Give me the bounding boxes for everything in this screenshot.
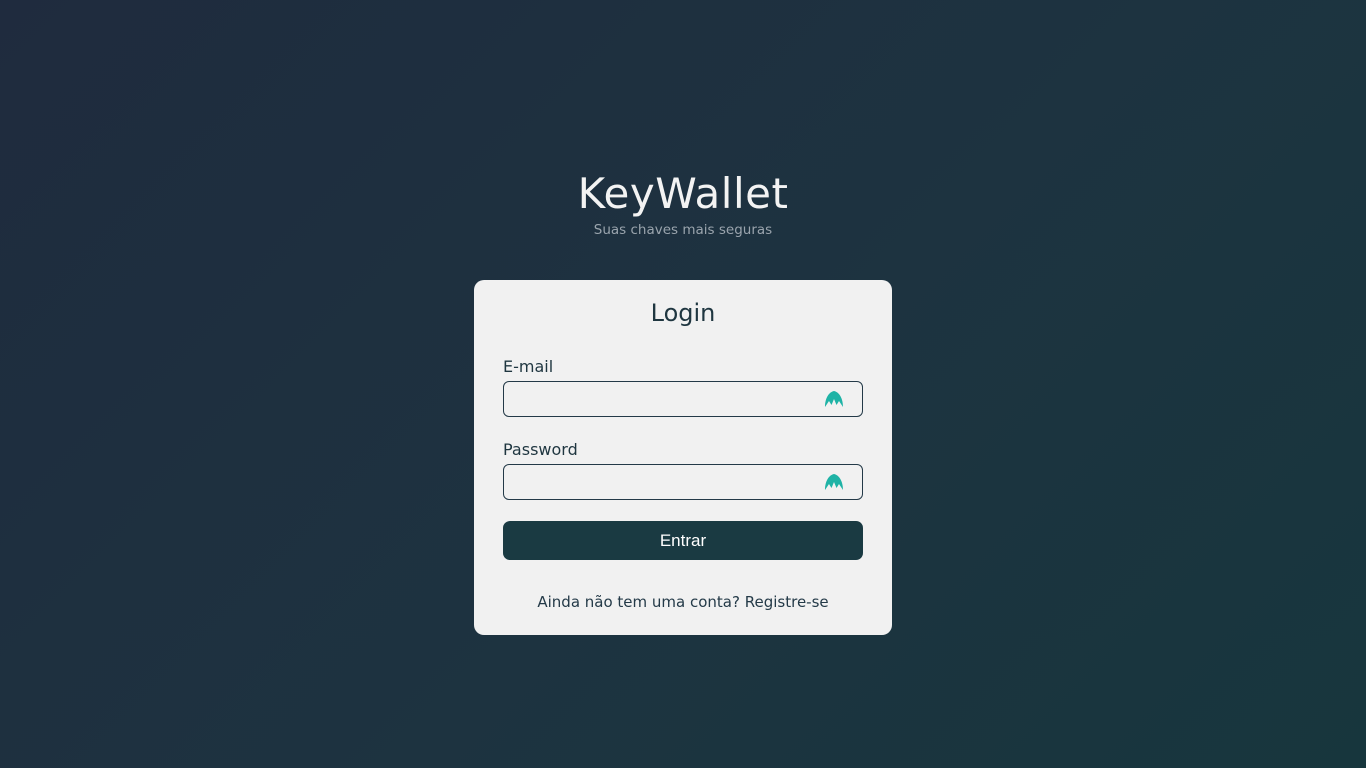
password-manager-icon[interactable]	[824, 390, 844, 408]
register-prompt: Ainda não tem uma conta?	[537, 593, 740, 611]
app-title: KeyWallet	[577, 169, 789, 218]
password-input[interactable]	[512, 469, 816, 497]
login-card: Login E-mail Password Entrar Ainda não t…	[474, 280, 892, 635]
register-prompt-line: Ainda não tem uma conta? Registre-se	[474, 593, 892, 611]
email-input[interactable]	[512, 386, 816, 414]
password-manager-icon[interactable]	[824, 473, 844, 491]
email-label: E-mail	[503, 357, 554, 376]
password-field-box[interactable]	[503, 464, 863, 500]
app-subtitle: Suas chaves mais seguras	[593, 222, 773, 238]
submit-button[interactable]: Entrar	[503, 521, 863, 560]
login-title: Login	[650, 299, 716, 327]
brand-header: KeyWallet Suas chaves mais seguras	[0, 168, 1366, 238]
email-field-box[interactable]	[503, 381, 863, 417]
password-label: Password	[503, 440, 578, 459]
register-link[interactable]: Registre-se	[745, 593, 829, 611]
